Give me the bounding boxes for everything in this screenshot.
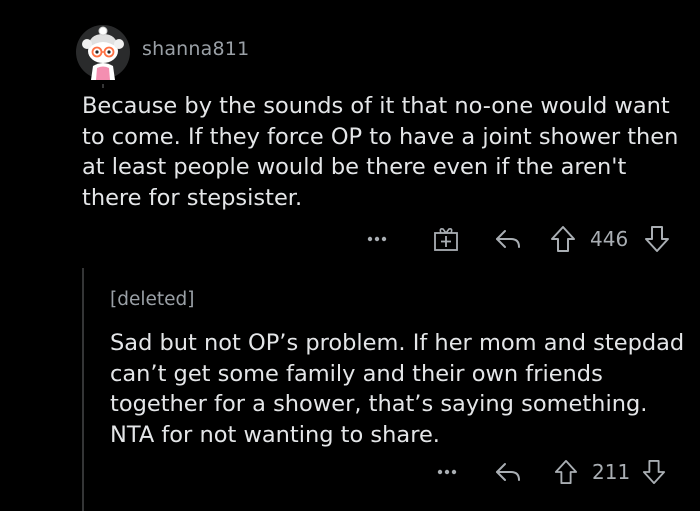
upvote-button[interactable]: [550, 222, 578, 256]
reply-body: Sad but not OP’s problem. If her mom and…: [110, 330, 685, 448]
downvote-arrow-icon: [645, 226, 669, 252]
downvote-button[interactable]: [642, 455, 670, 489]
snoo-avatar-icon[interactable]: [74, 18, 132, 80]
upvote-arrow-icon: [554, 460, 578, 484]
give-award-button[interactable]: [432, 222, 462, 256]
reply-arrow-icon: [496, 230, 520, 248]
gift-award-icon: [434, 228, 458, 251]
reply-thread-line[interactable]: [82, 268, 84, 511]
thread-line[interactable]: [102, 84, 104, 88]
vote-score: 211: [592, 455, 630, 489]
more-dots-icon: [437, 469, 457, 475]
downvote-button[interactable]: [644, 222, 672, 256]
downvote-arrow-icon: [642, 460, 666, 484]
more-options-button[interactable]: [366, 222, 392, 256]
reply-author: [deleted]: [110, 289, 195, 310]
more-options-button[interactable]: [436, 455, 462, 489]
reply-action-bar: 211: [430, 455, 680, 489]
comment-action-bar: 446: [360, 222, 680, 256]
comment-body: Because by the sounds of it that no-one …: [82, 93, 679, 211]
reply-arrow-icon: [496, 463, 520, 481]
more-dots-icon: [367, 236, 387, 242]
comment-author[interactable]: shanna811: [142, 38, 249, 60]
vote-count: 446: [590, 227, 629, 251]
comment-thread: shanna811 Because by the sounds of it th…: [0, 0, 700, 511]
upvote-arrow-icon: [551, 226, 575, 252]
reply-button[interactable]: [494, 222, 524, 256]
reply-button[interactable]: [494, 455, 524, 489]
vote-score: 446: [590, 222, 628, 256]
vote-count: 211: [592, 460, 631, 484]
upvote-button[interactable]: [554, 455, 582, 489]
